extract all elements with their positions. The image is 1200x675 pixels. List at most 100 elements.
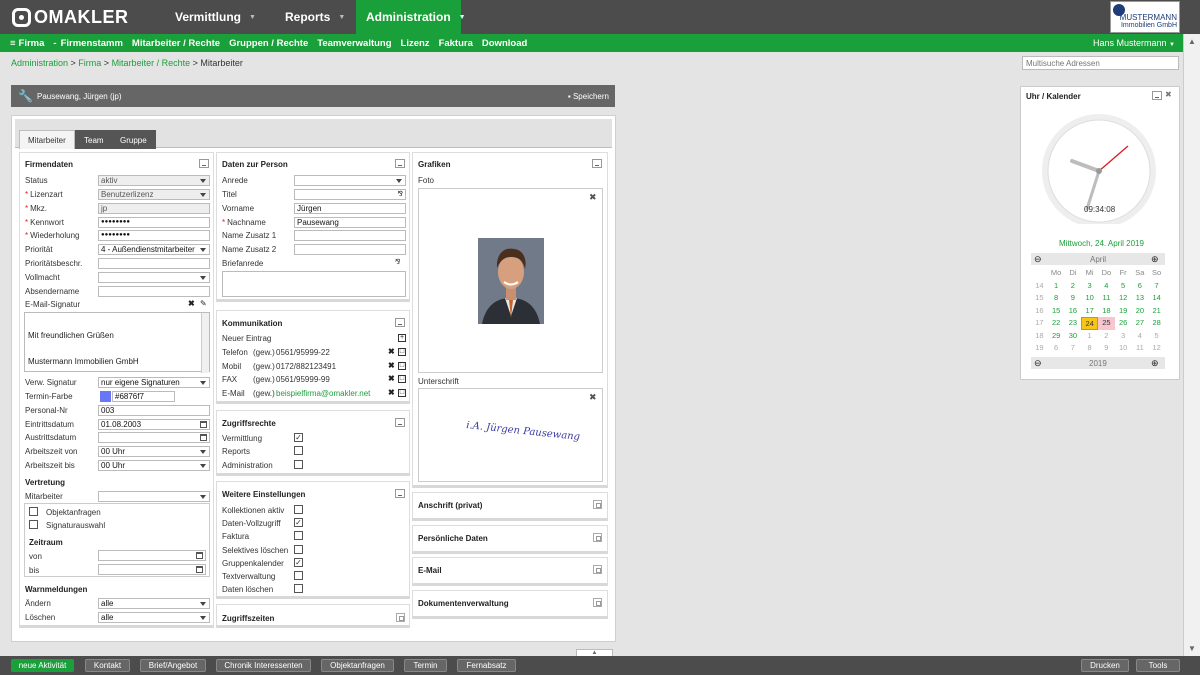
- calendar-day[interactable]: 2: [1098, 330, 1115, 343]
- subnav-firmenstamm[interactable]: Firmenstamm: [61, 38, 123, 49]
- az-bis-select[interactable]: 00 Uhr: [98, 460, 210, 471]
- calendar-day[interactable]: 18: [1098, 305, 1115, 318]
- delete-icon[interactable]: ✖: [188, 299, 195, 308]
- aendern-select[interactable]: alle: [98, 598, 210, 609]
- prev-year-icon[interactable]: ⊖: [1034, 358, 1042, 369]
- calendar-icon[interactable]: [200, 434, 207, 441]
- subnav-firma[interactable]: Firma: [19, 38, 45, 49]
- copy-icon[interactable]: □: [398, 348, 406, 356]
- lizenzart-select[interactable]: Benutzerlizenz: [98, 189, 210, 200]
- von-input[interactable]: [98, 550, 206, 561]
- nachname-input[interactable]: Pausewang: [294, 217, 406, 228]
- calendar-day[interactable]: 6: [1048, 342, 1065, 355]
- calendar-day[interactable]: 19: [1115, 305, 1132, 318]
- calendar-day[interactable]: 5: [1148, 330, 1165, 343]
- calendar-day[interactable]: 26: [1115, 317, 1132, 330]
- lookup-icon[interactable]: ⅋: [398, 190, 403, 199]
- calendar-icon[interactable]: [200, 421, 207, 428]
- termin-farbe-input[interactable]: #6876f7: [112, 391, 175, 402]
- eintritt-input[interactable]: 01.08.2003: [98, 419, 210, 430]
- expand-button[interactable]: [593, 500, 602, 509]
- calendar-day[interactable]: 16: [1065, 305, 1082, 318]
- nav-reports[interactable]: Reports ▼: [275, 0, 355, 34]
- calendar-day[interactable]: 2: [1065, 280, 1082, 293]
- expand-button[interactable]: [593, 532, 602, 542]
- minimize-button[interactable]: [395, 318, 405, 327]
- prioritaetsbeschr-input[interactable]: [98, 258, 210, 269]
- delete-icon[interactable]: ✖: [388, 347, 395, 356]
- objektanfragen-button[interactable]: Objektanfragen: [321, 659, 394, 672]
- signaturauswahl-checkbox[interactable]: [29, 520, 38, 529]
- calendar-day[interactable]: 9: [1065, 292, 1082, 305]
- scroll-up-icon[interactable]: ▲: [1188, 37, 1196, 46]
- calendar-day[interactable]: 21: [1148, 305, 1165, 318]
- calendar-day[interactable]: 8: [1048, 292, 1065, 305]
- drucken-button[interactable]: Drucken: [1081, 659, 1129, 672]
- titel-input[interactable]: ⅋: [294, 189, 406, 200]
- calendar-day[interactable]: 10: [1115, 342, 1132, 355]
- prioritaet-select[interactable]: 4 - Außendienstmitarbeiter: [98, 244, 210, 255]
- einstellung-checkbox[interactable]: [294, 544, 303, 554]
- kontakt-button[interactable]: Kontakt: [85, 659, 130, 672]
- calendar-day[interactable]: 9: [1098, 342, 1115, 355]
- verw-signatur-select[interactable]: nur eigene Signaturen: [98, 377, 210, 388]
- page-scrollbar[interactable]: ▲ ▼: [1183, 34, 1200, 656]
- copy-icon[interactable]: □: [398, 388, 406, 397]
- save-button[interactable]: ▪ Speichern: [568, 92, 609, 101]
- minimize-button[interactable]: [395, 489, 405, 498]
- calendar-day[interactable]: 30: [1065, 330, 1082, 343]
- edit-icon[interactable]: ✎: [200, 299, 207, 308]
- delete-icon[interactable]: ✖: [388, 374, 395, 383]
- calendar-day[interactable]: 17: [1081, 305, 1098, 318]
- calendar-day[interactable]: 27: [1132, 317, 1149, 330]
- minimize-button[interactable]: [199, 159, 209, 168]
- chronik-button[interactable]: Chronik Interessenten: [216, 659, 311, 672]
- calendar-day[interactable]: 12: [1148, 342, 1165, 355]
- calendar-day[interactable]: 25: [1098, 317, 1115, 330]
- wiederholung-input[interactable]: ●●●●●●●●: [98, 230, 210, 241]
- remove-photo-icon[interactable]: ✖: [589, 192, 597, 203]
- calendar-icon[interactable]: [196, 552, 203, 559]
- calendar-day[interactable]: 1: [1048, 280, 1065, 293]
- vollmacht-select[interactable]: [98, 272, 210, 283]
- calendar-day[interactable]: 13: [1132, 292, 1149, 305]
- zugriffsrecht-checkbox[interactable]: [294, 459, 303, 469]
- zusatz2-input[interactable]: [294, 244, 406, 255]
- calendar-day[interactable]: 29: [1048, 330, 1065, 343]
- subnav-faktura[interactable]: Faktura: [439, 38, 473, 49]
- copy-icon[interactable]: □: [398, 361, 406, 370]
- calendar-day[interactable]: 12: [1115, 292, 1132, 305]
- expand-button[interactable]: [396, 613, 405, 622]
- calendar-day[interactable]: 15: [1048, 305, 1065, 318]
- scroll-down-icon[interactable]: ▼: [1188, 644, 1196, 653]
- delete-icon[interactable]: ✖: [388, 361, 395, 370]
- crumb-firma[interactable]: Firma: [78, 58, 101, 68]
- einstellung-checkbox[interactable]: [294, 571, 303, 580]
- calendar-day[interactable]: 7: [1065, 342, 1082, 355]
- omakler-logo[interactable]: OMAKLER: [12, 7, 129, 27]
- calendar-day[interactable]: 4: [1098, 280, 1115, 293]
- brief-angebot-button[interactable]: Brief/Angebot: [140, 659, 206, 672]
- next-year-icon[interactable]: ⊕: [1151, 358, 1159, 369]
- remove-signature-icon[interactable]: ✖: [589, 392, 597, 403]
- calendar-day[interactable]: 14: [1148, 292, 1165, 305]
- calendar-day[interactable]: 3: [1115, 330, 1132, 343]
- objektanfragen-checkbox[interactable]: [29, 507, 38, 516]
- calendar-day[interactable]: 11: [1098, 292, 1115, 305]
- textarea-scrollbar[interactable]: [201, 313, 209, 373]
- lookup-icon[interactable]: ⅋: [395, 258, 400, 266]
- termin-button[interactable]: Termin: [404, 659, 447, 672]
- subnav-mitarbeiter[interactable]: Mitarbeiter / Rechte: [132, 38, 220, 49]
- calendar-day[interactable]: 1: [1081, 330, 1098, 343]
- calendar-day[interactable]: 24: [1081, 317, 1098, 330]
- calendar-day[interactable]: 3: [1081, 280, 1098, 293]
- vertretung-mitarbeiter-select[interactable]: [98, 491, 210, 502]
- nav-vermittlung[interactable]: Vermittlung ▼: [165, 0, 266, 34]
- email-signatur-textarea[interactable]: Mit freundlichen Grüßen Mustermann Immob…: [24, 312, 210, 373]
- status-select[interactable]: aktiv: [98, 175, 210, 186]
- subnav-gruppen[interactable]: Gruppen / Rechte: [229, 38, 308, 49]
- expand-button[interactable]: [593, 565, 602, 574]
- calendar-day[interactable]: 7: [1148, 280, 1165, 293]
- zugriffsrecht-checkbox[interactable]: ✓: [294, 433, 303, 442]
- scroll-top-button[interactable]: ▲: [576, 649, 613, 656]
